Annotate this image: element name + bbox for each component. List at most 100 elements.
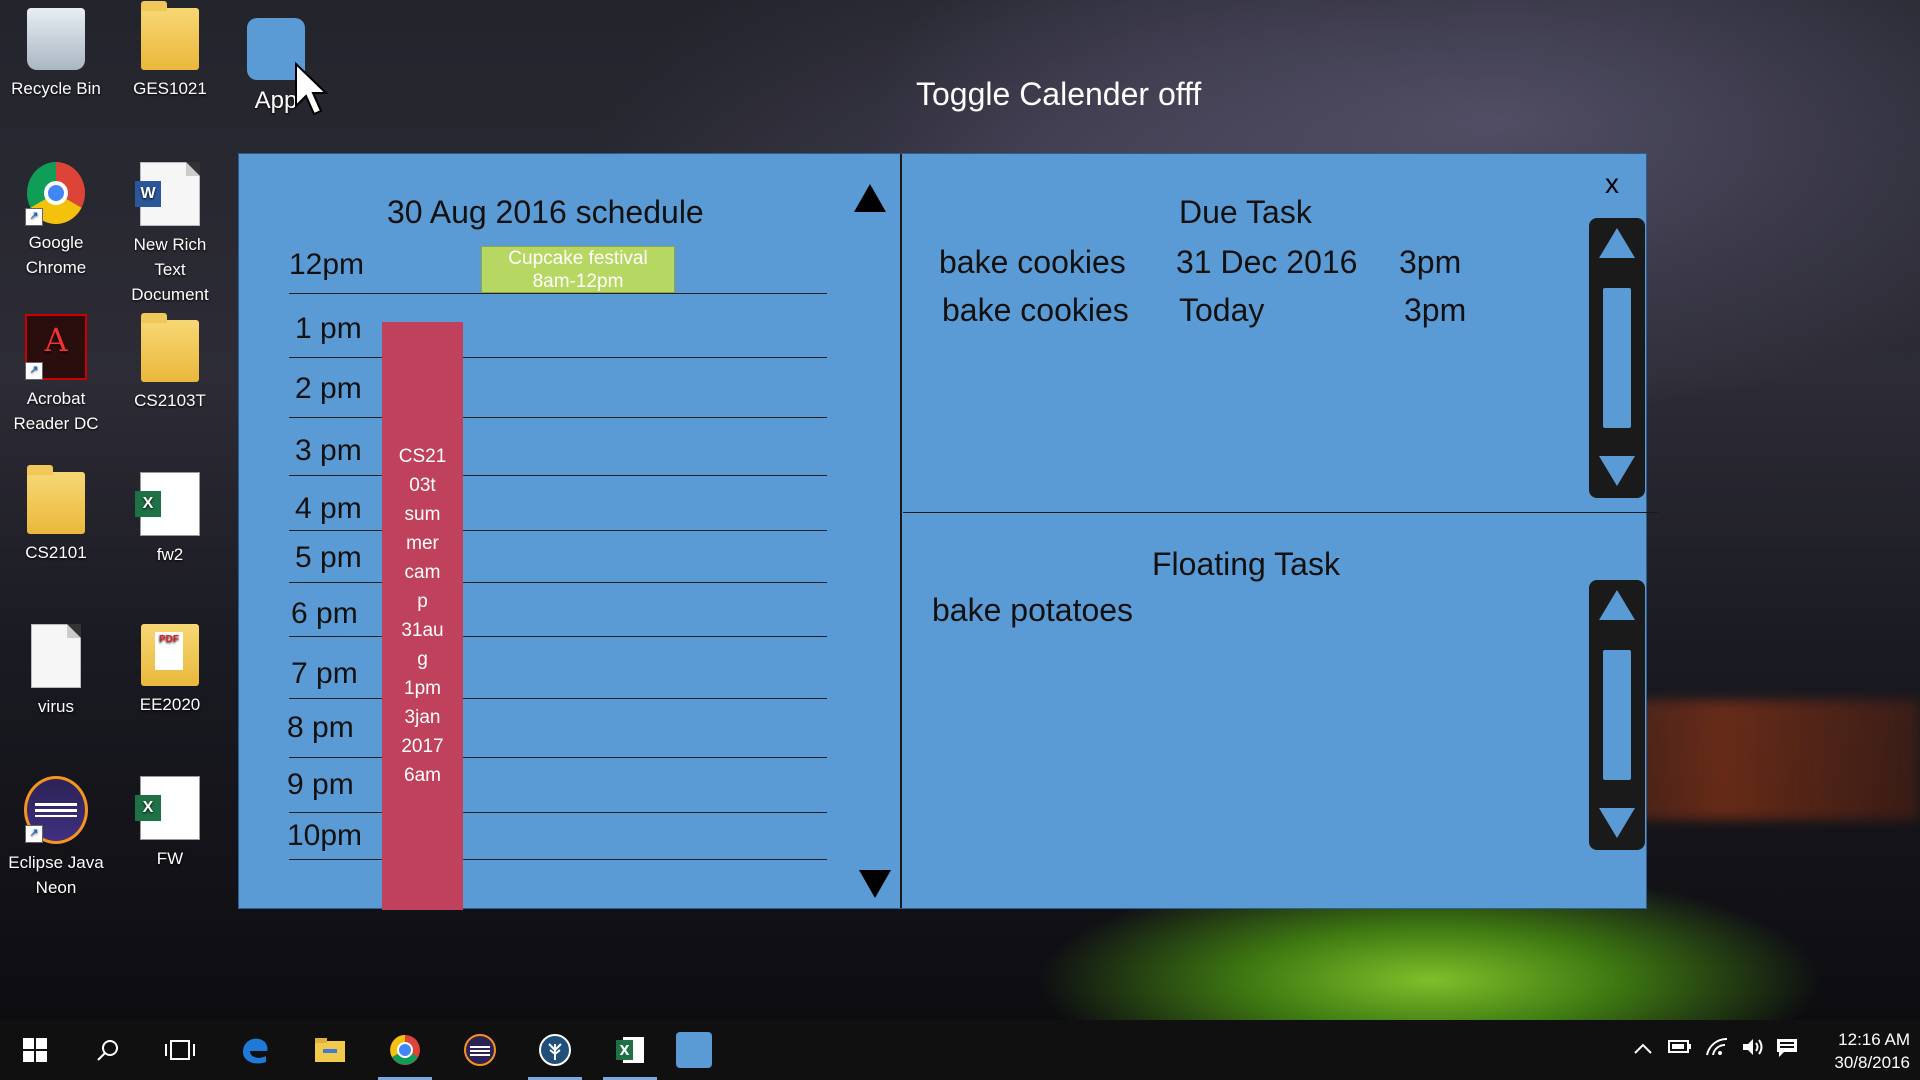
event-text-line: 3jan (404, 707, 441, 728)
toggle-calendar-button[interactable]: Toggle Calender offf (916, 76, 1201, 113)
scroll-up-icon[interactable] (1599, 590, 1635, 620)
scroll-thumb[interactable] (1603, 650, 1631, 780)
taskbar-chrome[interactable] (376, 1028, 434, 1080)
taskbar-app[interactable] (665, 1028, 723, 1072)
desktop-icon-label: Chrome (25, 258, 87, 277)
task-view-icon (165, 1040, 195, 1060)
due-task-time: 3pm (1404, 292, 1467, 328)
due-task-title: Due Task (1179, 194, 1312, 230)
chevron-up-icon (1634, 1043, 1652, 1054)
desktop-icon-label: Recycle Bin (11, 79, 101, 98)
taskbar-clock[interactable]: 12:16 AM 30/8/2016 (1810, 1028, 1910, 1074)
schedule-scroll-up-icon[interactable] (854, 184, 886, 212)
svg-text:X: X (619, 1044, 629, 1059)
hour-divider (289, 357, 827, 358)
app-icon (676, 1032, 712, 1068)
desktop-icon-google-chrome[interactable]: ↗ Google Chrome (4, 162, 108, 280)
eclipse-icon (464, 1034, 496, 1066)
taskbar: X 12:16 AM 30/8/2016 (0, 1020, 1920, 1080)
desktop-icon-cs2103t[interactable]: CS2103T (118, 313, 222, 413)
folder-icon (27, 465, 85, 534)
event-title: Cupcake festival (508, 248, 648, 269)
hour-divider (289, 293, 827, 294)
wifi-icon (1706, 1037, 1728, 1056)
due-task-date: Today (1179, 292, 1265, 328)
notification-icon (1777, 1039, 1797, 1057)
taskbar-edge[interactable] (226, 1028, 284, 1072)
desktop-icon-label: GES1021 (133, 79, 207, 98)
hour-divider (289, 582, 827, 583)
desktop-icon-label: FW (156, 849, 184, 868)
scroll-thumb[interactable] (1603, 288, 1631, 428)
panel-divider (900, 154, 902, 908)
word-document-icon: W (135, 162, 200, 226)
hour-divider (289, 475, 827, 476)
chrome-icon (390, 1035, 420, 1065)
desktop-icon-ee2020[interactable]: EE2020 (118, 624, 222, 717)
show-hidden-icons-button[interactable] (1634, 1038, 1652, 1059)
floating-task-title: Floating Task (1152, 546, 1340, 582)
event-text-line: 2017 (401, 736, 444, 757)
desktop-icon-recycle-bin[interactable]: Recycle Bin (4, 8, 108, 101)
taskbar-sourcetree[interactable] (526, 1028, 584, 1080)
eclipse-icon: ↗ (24, 776, 88, 844)
taskbar-file-explorer[interactable] (301, 1028, 359, 1072)
event-text-line: 6am (404, 765, 441, 786)
desktop-icon-virus[interactable]: virus (4, 624, 108, 719)
action-center-button[interactable] (1776, 1038, 1798, 1063)
desktop-icon-fw2[interactable]: fw2 (118, 472, 222, 567)
hour-label: 9 pm (287, 768, 354, 801)
taskbar-eclipse[interactable] (451, 1028, 509, 1072)
shortcut-arrow-icon: ↗ (25, 362, 43, 380)
close-button[interactable]: x (1605, 168, 1619, 200)
desktop-icon-label: fw2 (156, 545, 184, 564)
search-button[interactable] (79, 1028, 137, 1072)
windows-logo-icon (23, 1038, 47, 1062)
chrome-icon: ↗ (25, 162, 85, 226)
desktop-icon-ges1021[interactable]: GES1021 (118, 1, 222, 101)
due-task-name[interactable]: bake cookies (939, 244, 1126, 281)
battery-tray-button[interactable] (1668, 1038, 1692, 1059)
schedule-scroll-down-icon[interactable] (859, 870, 891, 898)
scroll-down-icon[interactable] (1599, 456, 1635, 486)
sourcetree-icon (539, 1034, 571, 1066)
desktop-icon-fw[interactable]: FW (118, 776, 222, 871)
event-text-line: 03t (409, 475, 436, 496)
speaker-icon (1743, 1039, 1763, 1055)
hour-label: 12pm (289, 248, 365, 281)
due-task-scrollbar[interactable] (1589, 218, 1645, 498)
hour-label: 10pm (287, 819, 363, 852)
event-cupcake-festival[interactable]: Cupcake festival 8am-12pm (481, 246, 675, 293)
scroll-down-icon[interactable] (1599, 808, 1635, 838)
scroll-up-icon[interactable] (1599, 228, 1635, 258)
clock-date: 30/8/2016 (1834, 1053, 1910, 1072)
hour-label: 6 pm (291, 597, 358, 630)
hour-label: 2 pm (295, 372, 362, 405)
taskbar-excel[interactable]: X (601, 1028, 659, 1080)
desktop-icon-new-rich-text-document[interactable]: W New Rich Text Document (118, 162, 222, 307)
event-time: 8am-12pm (532, 271, 624, 292)
hour-divider (289, 757, 827, 758)
desktop-icon-label: Google (28, 233, 84, 252)
excel-file-icon (135, 776, 200, 840)
event-text-line: CS21 (398, 446, 447, 467)
hour-divider (289, 698, 827, 699)
desktop-icon-label: Document (131, 285, 209, 304)
floating-task-scrollbar[interactable] (1589, 580, 1645, 850)
hour-label: 5 pm (295, 541, 362, 574)
desktop-icon-acrobat-reader-dc[interactable]: ↗ Acrobat Reader DC (4, 314, 108, 436)
event-cs2103t-summer-camp[interactable]: CS21 03t sum mer cam p 31au g 1pm 3jan 2… (382, 322, 463, 910)
start-button[interactable] (6, 1028, 64, 1072)
event-text-line: 31au (401, 620, 444, 641)
desktop-icon-eclipse-java-neon[interactable]: ↗ Eclipse Java Neon (4, 776, 108, 900)
desktop-icon-cs2101[interactable]: CS2101 (4, 465, 108, 565)
floating-task-item[interactable]: bake potatoes (932, 592, 1133, 629)
task-view-button[interactable] (151, 1028, 209, 1072)
network-tray-button[interactable] (1706, 1037, 1728, 1061)
edge-icon (243, 1038, 268, 1064)
battery-icon (1668, 1040, 1691, 1053)
shortcut-arrow-icon: ↗ (25, 208, 43, 226)
folder-icon (141, 313, 199, 382)
volume-tray-button[interactable] (1742, 1038, 1764, 1061)
due-task-name[interactable]: bake cookies (942, 292, 1129, 329)
